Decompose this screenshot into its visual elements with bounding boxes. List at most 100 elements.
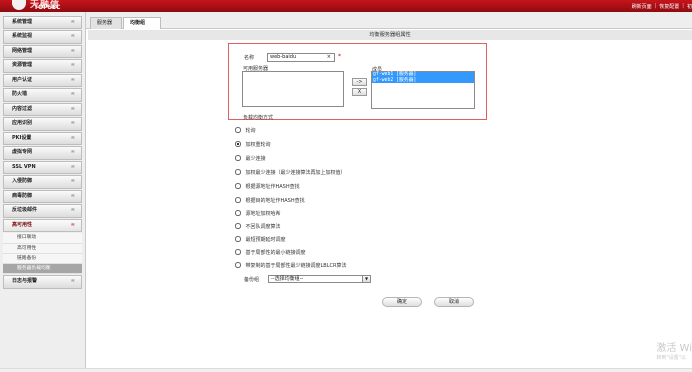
name-field[interactable]: web-baidu × <box>267 53 335 62</box>
ok-button[interactable]: 确定 <box>382 297 422 307</box>
sidebar-item-antispam[interactable]: 反垃圾邮件 ≈ <box>3 204 82 218</box>
chevron-down-icon[interactable]: ▼ <box>362 276 370 282</box>
chevron-down-icon: ≈ <box>70 91 75 98</box>
sidebar-item-label: 系统管理 <box>12 19 33 25</box>
lb-method-option[interactable]: 基于局部性的最小链接调度 <box>235 247 306 257</box>
watermark-line1: 激活 Wi <box>656 343 692 354</box>
lb-method-option-label: 加权重轮询 <box>245 141 271 148</box>
chevron-down-icon: ≈ <box>70 163 75 170</box>
lb-method-option[interactable]: 轮询 <box>235 125 256 135</box>
topsec-logo: 天融信 TOPSEC <box>4 0 84 12</box>
sidebar-item-network[interactable]: 网络管理 ≈ <box>3 44 82 59</box>
sidebar-item-ssl-vpn[interactable]: SSL VPN ≈ <box>3 160 82 175</box>
activation-watermark: 激活 Wi 转到"设置"以 <box>656 339 692 361</box>
refresh-page-link[interactable]: 刷新页面 <box>632 3 652 10</box>
radio-icon[interactable] <box>235 210 241 216</box>
sidebar-item-label: 日志与报警 <box>12 278 38 285</box>
sidebar-item-firewall[interactable]: 防火墙 ≈ <box>3 88 82 102</box>
sidebar-item-antivirus[interactable]: 病毒防御 ≈ <box>3 189 82 204</box>
sidebar-subitem-server-lb[interactable]: 服务器负载均衡 <box>3 264 82 275</box>
lb-method-option[interactable]: 根据源地址作HASH查找 <box>235 181 300 191</box>
sidebar-submenu: 接口联动 高可用性 链路备份 服务器负载均衡 <box>3 233 82 275</box>
radio-icon[interactable] <box>235 183 241 189</box>
sidebar-item-ips[interactable]: 入侵防御 ≈ <box>3 175 82 189</box>
lb-method-option-label: 根据源地址作HASH查找 <box>245 183 300 190</box>
members-list[interactable]: gf-web1 [服务器] gf-web2 [服务器] <box>371 71 475 109</box>
lb-method-option[interactable]: 不回队调度算法 <box>235 221 281 231</box>
radio-icon[interactable] <box>235 169 241 175</box>
lb-method-option[interactable]: 加权重轮询 <box>235 139 271 149</box>
separator: | <box>682 3 684 9</box>
required-mark: * <box>338 53 341 60</box>
top-header: 天融信 TOPSEC 刷新页面 | 恢复配置 | 初 <box>0 0 692 12</box>
radio-icon[interactable] <box>235 223 241 229</box>
sidebar-item-system-monitor[interactable]: 系统监视 ≈ <box>3 30 82 44</box>
sidebar-item-app-identify[interactable]: 应用识别 ≈ <box>3 117 82 131</box>
chevron-down-icon: ≈ <box>70 120 75 127</box>
sidebar-subitem-link-backup[interactable]: 链路备份 <box>3 253 82 265</box>
lb-method-option[interactable]: 最少连接 <box>235 153 266 163</box>
logo-mark-icon <box>12 0 26 10</box>
sidebar-item-vpn[interactable]: 虚拟专网 ≈ <box>3 146 82 160</box>
radio-icon[interactable] <box>235 236 241 242</box>
sidebar-item-label: 用户认证 <box>12 76 33 83</box>
radio-icon[interactable] <box>235 249 241 255</box>
available-servers-list[interactable] <box>242 71 344 107</box>
move-right-button[interactable]: -> <box>352 78 367 86</box>
lb-method-option-label: 基于局部性的最小链接调度 <box>245 249 306 256</box>
clear-icon[interactable]: × <box>327 54 331 61</box>
chevron-down-icon: ≈ <box>70 47 75 54</box>
backup-group-value: --选择均衡组-- <box>271 276 304 282</box>
logo-en-text: TOPSEC <box>34 4 61 11</box>
bottom-status-strip <box>0 368 692 372</box>
sidebar-item-high-availability[interactable]: 高可用性 ≈ <box>3 218 82 233</box>
backup-group-label: 备份组 <box>244 277 260 283</box>
sidebar-item-content-filter[interactable]: 内容过滤 ≈ <box>3 102 82 117</box>
lb-method-option-label: 加权最少连接（最少连接算法再加上加权值） <box>245 169 346 176</box>
restore-config-link[interactable]: 恢复配置 <box>659 3 679 10</box>
radio-icon[interactable] <box>235 197 241 203</box>
chevron-down-icon: ≈ <box>70 278 75 285</box>
sidebar-subitem-ha[interactable]: 高可用性 <box>3 243 82 254</box>
sidebar-item-label: 系统监视 <box>12 33 33 40</box>
radio-icon[interactable] <box>235 262 241 268</box>
backup-group-select[interactable]: --选择均衡组-- ▼ <box>268 275 371 283</box>
chevron-down-icon: ≈ <box>70 149 75 156</box>
lb-method-option-label: 不回队调度算法 <box>245 223 281 230</box>
sidebar-item-user-auth[interactable]: 用户认证 ≈ <box>3 73 82 88</box>
sidebar-item-label: 资源管理 <box>12 62 33 69</box>
sidebar-item-resources[interactable]: 资源管理 ≈ <box>3 59 82 73</box>
radio-icon[interactable] <box>235 155 241 161</box>
sidebar-subitem-interface-link[interactable]: 接口联动 <box>3 233 82 244</box>
chevron-up-icon: ≈ <box>70 221 75 228</box>
chevron-down-icon: ≈ <box>70 76 75 83</box>
cancel-button[interactable]: 取消 <box>434 297 474 307</box>
sidebar-item-pki[interactable]: PKI设置 ≈ <box>3 131 82 146</box>
chevron-down-icon: ≈ <box>70 105 75 112</box>
remove-button[interactable]: X <box>352 88 367 96</box>
lb-method-option[interactable]: 最短预期延时调度 <box>235 234 286 244</box>
name-value: web-baidu <box>270 54 297 60</box>
lb-method-option-label: 轮询 <box>245 127 256 134</box>
tab-servers[interactable]: 服务器 <box>90 17 122 29</box>
name-label: 名称 <box>244 55 255 61</box>
lb-method-option[interactable]: 源地址加权哈希 <box>235 208 281 218</box>
lb-method-option-label: 最少连接 <box>245 155 266 162</box>
lb-method-option[interactable]: 带复制的基于局部性最少链接调度LBLCR算法 <box>235 260 346 270</box>
lb-method-option-label: 源地址加权哈希 <box>245 210 281 217</box>
chevron-down-icon: ≈ <box>70 62 75 69</box>
sidebar-item-label: 反垃圾邮件 <box>12 207 38 214</box>
chevron-down-icon: ≈ <box>70 192 75 199</box>
lb-method-option[interactable]: 加权最少连接（最少连接算法再加上加权值） <box>235 167 346 177</box>
radio-selected-icon[interactable] <box>235 141 241 147</box>
member-option[interactable]: gf-web2 [服务器] <box>372 77 474 84</box>
separator: | <box>654 3 657 9</box>
sidebar-item-log-alarm[interactable]: 日志与报警 ≈ <box>3 275 82 289</box>
lb-method-option[interactable]: 根据目的地址作HASH查找 <box>235 195 305 205</box>
radio-icon[interactable] <box>235 127 241 133</box>
sidebar-item-system-management[interactable]: 系统管理 ≈ <box>3 16 82 30</box>
tab-bar: 服务器 均衡组 <box>86 12 692 30</box>
init-link[interactable]: 初 <box>687 3 692 10</box>
chevron-down-icon: ≈ <box>70 207 75 214</box>
lb-method-option-label: 带复制的基于局部性最少链接调度LBLCR算法 <box>245 262 347 269</box>
